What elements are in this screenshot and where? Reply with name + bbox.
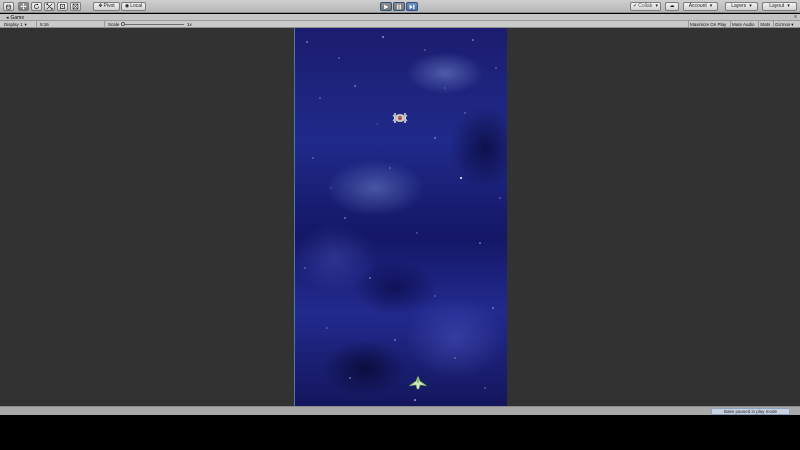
cloud-icon: ☁	[669, 3, 675, 9]
game-viewport[interactable]	[0, 28, 800, 406]
enemy-ship-sprite	[392, 113, 408, 123]
cloud-button[interactable]: ☁	[665, 2, 679, 11]
tab-menu-icon[interactable]: ≡	[794, 14, 797, 21]
rotate-tool-button[interactable]	[31, 2, 42, 11]
empty-area	[0, 415, 800, 450]
pivot-icon: ✥	[98, 3, 103, 9]
rotate-icon	[34, 3, 39, 9]
chevron-down-icon: ▾	[791, 21, 794, 27]
divider	[688, 21, 689, 28]
layout-dropdown[interactable]: Layout	[762, 2, 797, 11]
mute-audio-toggle[interactable]: Mute Audio	[732, 21, 755, 28]
divider	[36, 21, 37, 28]
local-label: Local	[130, 3, 143, 9]
pause-icon	[397, 4, 401, 9]
player-ship-sprite	[408, 375, 428, 390]
transform-tool-button[interactable]	[70, 2, 81, 11]
move-icon	[20, 3, 27, 10]
display-dropdown[interactable]: Display 1 ▾	[4, 21, 27, 28]
scale-slider-track[interactable]	[122, 24, 184, 25]
gizmos-dropdown[interactable]: Gizmos ▾	[775, 21, 794, 28]
hand-icon	[6, 4, 11, 10]
game-render-area[interactable]	[294, 28, 507, 406]
play-icon	[384, 4, 389, 9]
tab-game[interactable]: ◂ Game	[3, 14, 27, 21]
gizmos-label: Gizmos	[775, 21, 791, 27]
scale-icon	[46, 3, 53, 10]
game-controller-icon: ◂	[6, 14, 9, 21]
layers-dropdown[interactable]: Layers	[725, 2, 758, 11]
rect-tool-button[interactable]	[57, 2, 68, 11]
pivot-toggle-button[interactable]: ✥ Pivot	[93, 2, 120, 11]
pause-button[interactable]	[393, 2, 405, 11]
scale-value: 1x	[187, 21, 192, 27]
pivot-label: Pivot	[103, 3, 115, 9]
tab-bar: ◂ Game ≡	[0, 14, 800, 21]
chevron-down-icon: ▾	[24, 21, 27, 27]
display-label: Display 1	[4, 21, 23, 27]
divider	[773, 21, 774, 28]
status-bar: Bake paused in play mode	[0, 406, 800, 415]
divider	[758, 21, 759, 28]
rect-tool-icon	[60, 4, 65, 9]
aspect-dropdown[interactable]: 9:16	[40, 21, 49, 28]
maximize-on-play-toggle[interactable]: Maximize On Play	[690, 21, 726, 28]
step-icon	[409, 4, 415, 9]
local-toggle-button[interactable]: ◉ Local	[121, 2, 146, 11]
transform-icon	[72, 3, 79, 10]
divider	[104, 21, 105, 28]
scale-tool-button[interactable]	[44, 2, 55, 11]
check-icon: ✔	[633, 3, 638, 9]
scale-slider-thumb[interactable]	[121, 22, 125, 26]
aspect-label: 9:16	[40, 21, 49, 27]
layers-label: Layers	[731, 3, 747, 9]
scale-label: Scale	[108, 21, 120, 27]
step-button[interactable]	[406, 2, 418, 11]
main-toolbar: ✥ Pivot ◉ Local ✔ Collab ☁ Account Layer…	[0, 0, 800, 13]
collab-dropdown[interactable]: ✔ Collab	[630, 2, 661, 11]
move-tool-button[interactable]	[18, 2, 29, 11]
layout-label: Layout	[769, 3, 785, 9]
tab-game-label: Game	[10, 14, 25, 21]
stats-toggle[interactable]: Stats	[760, 21, 770, 28]
hand-tool-button[interactable]	[3, 2, 14, 11]
collab-label: Collab	[638, 3, 653, 9]
account-dropdown[interactable]: Account	[683, 2, 718, 11]
divider	[730, 21, 731, 28]
game-view-toolbar: Display 1 ▾ 9:16 Scale 1x Maximize On Pl…	[0, 21, 800, 28]
account-label: Account	[688, 3, 707, 9]
play-button[interactable]	[380, 2, 392, 11]
globe-icon: ◉	[124, 3, 130, 9]
status-message[interactable]: Bake paused in play mode	[711, 408, 790, 415]
starfield	[304, 36, 501, 401]
